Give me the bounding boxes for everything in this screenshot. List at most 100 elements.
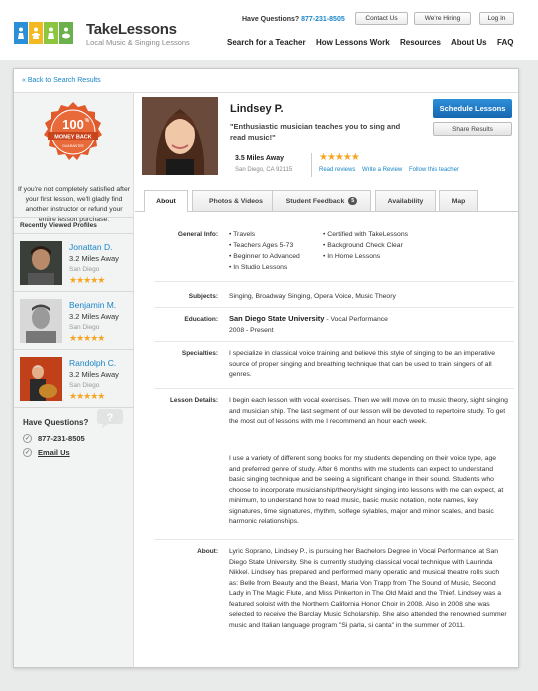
nav-search-teacher[interactable]: Search for a Teacher bbox=[227, 38, 306, 47]
tab-availability[interactable]: Availability bbox=[375, 190, 436, 211]
badge-money-back: MONEY BACK bbox=[54, 135, 92, 141]
recent-profile-distance: 3.2 Miles Away bbox=[69, 312, 119, 321]
recent-profile-city: San Diego bbox=[69, 382, 100, 389]
badge-guarantee: GUARANTEE bbox=[62, 144, 84, 148]
recent-profile-photo[interactable] bbox=[20, 241, 62, 285]
money-back-badge-icon: 100 % MONEY BACK GUARANTEE bbox=[44, 102, 102, 160]
share-results-button[interactable]: Share Results bbox=[433, 122, 512, 136]
logo-drummer-icon bbox=[59, 22, 73, 44]
lesson-details-label: Lesson Details: bbox=[169, 397, 218, 404]
divider bbox=[311, 153, 312, 177]
general-info-label: General Info: bbox=[177, 231, 218, 238]
education-school: San Diego State University bbox=[229, 314, 325, 323]
login-button[interactable]: Log In bbox=[479, 12, 514, 25]
tab-label: Map bbox=[451, 197, 466, 205]
brand-name[interactable]: TakeLessons bbox=[86, 21, 177, 38]
general-info-item: • In Home Lessons bbox=[323, 253, 381, 260]
header-phone[interactable]: 877-231-8505 bbox=[301, 16, 345, 23]
sidebar-questions-title: Have Questions? bbox=[23, 418, 89, 427]
header-questions: Have Questions? 877-231-8505 bbox=[242, 16, 345, 23]
logo-singer-icon bbox=[14, 22, 28, 44]
about-label: About: bbox=[197, 548, 218, 555]
question-bubble-icon: ? bbox=[97, 409, 123, 428]
divider bbox=[14, 233, 134, 234]
logo-guitar-icon bbox=[29, 22, 43, 44]
recent-profile-name[interactable]: Randolph C. bbox=[69, 358, 116, 368]
education-label: Education: bbox=[184, 316, 218, 323]
lesson-details-p1: I begin each lesson with vocal exercises… bbox=[229, 397, 508, 425]
teacher-distance: 3.5 Miles Away bbox=[235, 155, 285, 162]
schedule-lessons-button[interactable]: Schedule Lessons bbox=[433, 99, 512, 118]
divider bbox=[14, 349, 134, 350]
logo[interactable] bbox=[14, 22, 73, 44]
guarantee-text: If you're not completely satisfied after… bbox=[18, 186, 130, 223]
tab-map[interactable]: Map bbox=[439, 190, 478, 211]
education-years: 2008 - Present bbox=[229, 326, 274, 334]
recent-profiles-title: Recently Viewed Profiles bbox=[20, 222, 97, 229]
nav-faq[interactable]: FAQ bbox=[497, 38, 513, 47]
tab-photos-videos[interactable]: Photos & Videos bbox=[192, 190, 280, 211]
header-questions-label: Have Questions? bbox=[242, 16, 300, 23]
general-info-item: • Teachers Ages 5-73 bbox=[229, 242, 294, 249]
subjects-value: Singing, Broadway Singing, Opera Voice, … bbox=[229, 293, 396, 300]
recent-profile-distance: 3.2 Miles Away bbox=[69, 254, 119, 263]
teacher-links: Read reviews Write a Review Follow this … bbox=[319, 167, 464, 173]
brand-tagline: Local Music & Singing Lessons bbox=[86, 38, 190, 47]
general-info-item: • Certified with TakeLessons bbox=[323, 231, 409, 238]
tab-divider bbox=[135, 211, 518, 212]
divider bbox=[154, 388, 514, 389]
svg-text:?: ? bbox=[107, 412, 114, 424]
teacher-photo[interactable] bbox=[142, 97, 218, 175]
check-icon: ✓ bbox=[23, 434, 32, 443]
recent-profile-name[interactable]: Benjamin M. bbox=[69, 300, 116, 310]
sidebar-email-row[interactable]: ✓ Email Us bbox=[23, 448, 70, 457]
recent-profile-name[interactable]: Jonattan D. bbox=[69, 242, 112, 252]
education-value: San Diego State University - Vocal Perfo… bbox=[229, 314, 509, 336]
badge-number: 100 bbox=[62, 117, 84, 132]
teacher-location: San Diego, CA 92115 bbox=[235, 167, 293, 173]
profile-card: « Back to Search Results 100 % MONEY BAC… bbox=[13, 68, 519, 668]
specialties-value: I specialize in classical voice training… bbox=[229, 350, 495, 378]
tab-label: Availability bbox=[387, 197, 424, 205]
recent-profile-rating: ★★★★★ bbox=[69, 275, 105, 285]
check-icon: ✓ bbox=[23, 448, 32, 457]
teacher-tagline: "Enthusiastic musician teaches you to si… bbox=[230, 122, 401, 142]
specialties-label: Specialties: bbox=[181, 350, 218, 357]
education-degree: - Vocal Performance bbox=[324, 316, 388, 323]
tab-label: Photos & Videos bbox=[209, 197, 263, 205]
write-review-link[interactable]: Write a Review bbox=[362, 167, 402, 173]
nav-resources[interactable]: Resources bbox=[400, 38, 441, 47]
tab-student-feedback[interactable]: Student Feedback 5 bbox=[272, 190, 371, 211]
recent-profile-photo[interactable] bbox=[20, 299, 62, 343]
tab-label: Student Feedback bbox=[285, 197, 345, 205]
subjects-label: Subjects: bbox=[188, 293, 218, 300]
recent-profile-city: San Diego bbox=[69, 266, 100, 273]
badge-percent: % bbox=[85, 118, 90, 124]
divider bbox=[14, 217, 134, 218]
recent-profile-city: San Diego bbox=[69, 324, 100, 331]
hiring-button[interactable]: We're Hiring bbox=[414, 12, 471, 25]
back-to-results-link[interactable]: « Back to Search Results bbox=[22, 77, 101, 84]
lesson-details-p2: I use a variety of different song books … bbox=[229, 455, 504, 525]
read-reviews-link[interactable]: Read reviews bbox=[319, 167, 355, 173]
divider bbox=[154, 539, 514, 540]
follow-teacher-link[interactable]: Follow this teacher bbox=[409, 167, 459, 173]
general-info-item: • In Studio Lessons bbox=[229, 264, 288, 271]
email-us-link[interactable]: Email Us bbox=[38, 448, 70, 457]
teacher-rating: ★★★★★ bbox=[319, 152, 360, 163]
logo-pianist-icon bbox=[44, 22, 58, 44]
recent-profile-distance: 3.2 Miles Away bbox=[69, 370, 119, 379]
general-info-item: • Beginner to Advanced bbox=[229, 253, 300, 260]
nav-about-us[interactable]: About Us bbox=[451, 38, 487, 47]
recent-profile-rating: ★★★★★ bbox=[69, 333, 105, 343]
site-header: TakeLessons Local Music & Singing Lesson… bbox=[0, 0, 538, 60]
tab-label: About bbox=[156, 198, 176, 205]
nav-how-lessons-work[interactable]: How Lessons Work bbox=[316, 38, 390, 47]
sidebar: 100 % MONEY BACK GUARANTEE If you're not… bbox=[14, 93, 134, 667]
about-text: Lyric Soprano, Lindsey P., is pursuing h… bbox=[229, 548, 507, 629]
recent-profile-photo[interactable] bbox=[20, 357, 62, 401]
general-info-item: • Background Check Clear bbox=[323, 242, 403, 249]
tab-about[interactable]: About bbox=[144, 190, 188, 212]
sidebar-phone-row[interactable]: ✓ 877-231-8505 bbox=[23, 434, 85, 443]
contact-us-button[interactable]: Contact Us bbox=[355, 12, 408, 25]
